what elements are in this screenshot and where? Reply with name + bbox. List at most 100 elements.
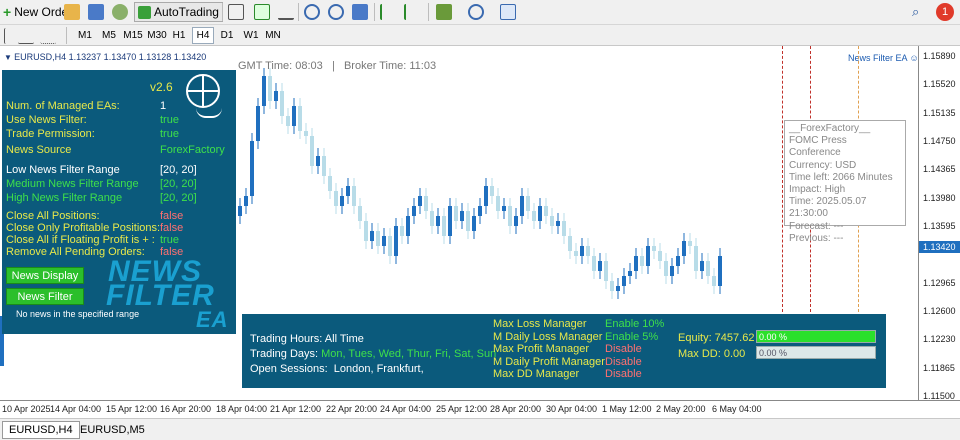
panel-row-label: Low News Filter Range: [6, 164, 120, 176]
candle-body: [622, 276, 626, 286]
candle-body: [496, 196, 500, 211]
autotrading-icon: [138, 5, 151, 19]
manager-value: Enable 10%: [605, 318, 665, 330]
time-tick: 16 Apr 20:00: [160, 404, 212, 414]
time-scale[interactable]: 10 Apr 2025 14 Apr 04:00 15 Apr 12:00 16 Ap…: [0, 400, 960, 417]
timeframe-w1[interactable]: W1: [240, 27, 262, 44]
time-info: GMT Time: 08:03 | Broker Time: 11:03: [238, 60, 437, 72]
timeframe-h1[interactable]: H1: [168, 27, 190, 44]
tooltip-line: Time left: 2066 Minutes: [789, 171, 893, 183]
time-tick: 18 Apr 04:00: [216, 404, 268, 414]
tab-eurusd-m5[interactable]: EURUSD,M5: [74, 421, 151, 439]
candle-body: [712, 276, 716, 286]
candle-body: [562, 221, 566, 236]
news-display-button[interactable]: News Display: [6, 267, 84, 284]
price-tick: 1.15890: [923, 51, 956, 61]
candle-body: [604, 261, 608, 281]
candle-body: [634, 256, 638, 271]
time-tick: 24 Apr 04:00: [380, 404, 432, 414]
bar-chart-icon[interactable]: [228, 4, 244, 20]
periods-icon[interactable]: [468, 4, 484, 20]
candle-body: [268, 76, 272, 101]
trendline-icon[interactable]: [40, 28, 56, 44]
candle-body: [598, 261, 602, 271]
market-watch-icon[interactable]: [64, 4, 80, 20]
autotrading-button[interactable]: AutoTrading: [134, 2, 223, 22]
panel-row-label: High News Filter Range: [6, 192, 123, 204]
templates-icon[interactable]: [500, 4, 516, 20]
navigator-icon[interactable]: [88, 4, 104, 20]
candle-body: [418, 196, 422, 206]
candle-body: [718, 256, 722, 286]
candle-body: [460, 211, 464, 221]
candle-body: [676, 256, 680, 266]
timeframe-mn[interactable]: MN: [262, 27, 284, 44]
candle-body: [472, 216, 476, 231]
candle-body: [652, 246, 656, 251]
price-tick: 1.12230: [923, 334, 956, 345]
timeframe-m30[interactable]: M30: [144, 27, 170, 44]
horizontal-line-icon[interactable]: [18, 28, 34, 44]
tooltip-line: Impact: High: [789, 184, 846, 196]
candle-body: [424, 196, 428, 211]
timeframe-h4[interactable]: H4: [192, 27, 214, 44]
candle-body: [532, 211, 536, 221]
timeframe-m15[interactable]: M15: [120, 27, 146, 44]
zoom-in-icon[interactable]: [304, 4, 320, 20]
timeframe-m1[interactable]: M1: [74, 27, 96, 44]
candle-body: [706, 261, 710, 276]
candle-body: [400, 226, 404, 236]
candle-body: [646, 246, 650, 266]
trading-days: Trading Days: Mon, Tues, Wed, Thur, Fri,…: [250, 348, 497, 360]
panel-row-value: 1: [160, 100, 167, 112]
autoscroll-icon[interactable]: [404, 4, 420, 20]
price-tick: 1.15520: [923, 79, 956, 90]
strategy-tester-icon[interactable]: [112, 4, 128, 20]
candle-body: [328, 176, 332, 191]
time-tick: 28 Apr 20:00: [490, 404, 542, 414]
tab-eurusd-h4[interactable]: EURUSD,H4: [2, 421, 80, 439]
panel-row-value: [20, 20]: [160, 164, 197, 176]
panel-row-label: Trade Permission:: [6, 128, 95, 140]
candle-body: [352, 186, 356, 206]
indicators-icon[interactable]: [436, 4, 452, 20]
candle-body: [304, 131, 308, 136]
time-tick: 2 May 20:00: [656, 404, 706, 414]
candlestick-icon[interactable]: [254, 4, 270, 20]
candle-body: [454, 206, 458, 221]
manager-value: Enable 5%: [605, 330, 659, 343]
notification-icon[interactable]: 1: [936, 3, 954, 21]
candle-body: [694, 246, 698, 271]
candle-body: [610, 281, 614, 291]
main-toolbar: + New Order AutoTrading ⌕ 1: [0, 0, 960, 25]
panel-row-value: [20, 20]: [160, 178, 197, 190]
search-icon[interactable]: ⌕: [912, 4, 928, 20]
candle-body: [430, 211, 434, 226]
zoom-out-icon[interactable]: [328, 4, 344, 20]
current-price-label: 1.13420: [919, 241, 960, 253]
price-scale[interactable]: 1.13420 1.15890 1.15520 1.15135 1.14750 1.14…: [918, 46, 960, 401]
panel-row-label: Close Only Profitable Positions:: [6, 222, 161, 234]
panel-row-value: [20, 20]: [160, 192, 197, 204]
notification-count: 1: [941, 6, 949, 18]
candle-body: [526, 196, 530, 211]
timeframe-d1[interactable]: D1: [216, 27, 238, 44]
candle-body: [616, 286, 620, 291]
candle-body: [586, 246, 590, 256]
candle-body: [322, 156, 326, 176]
hand-icon: [196, 108, 222, 118]
news-filter-button[interactable]: News Filter: [6, 288, 84, 305]
candle-body: [238, 206, 242, 216]
manager-label: M Daily Profit Manager: [493, 355, 605, 368]
no-news-text: No news in the specified range: [16, 309, 140, 319]
tile-windows-icon[interactable]: [352, 4, 368, 20]
time-tick: 25 Apr 12:00: [436, 404, 488, 414]
candle-body: [484, 186, 488, 206]
price-tick: 1.14750: [923, 136, 956, 146]
timeframe-m5[interactable]: M5: [98, 27, 120, 44]
line-chart-icon[interactable]: [278, 4, 294, 20]
chart-shift-icon[interactable]: [380, 4, 396, 20]
candle-body: [580, 246, 584, 256]
time-tick: 6 May 04:00: [712, 404, 762, 414]
candle-body: [364, 221, 368, 241]
